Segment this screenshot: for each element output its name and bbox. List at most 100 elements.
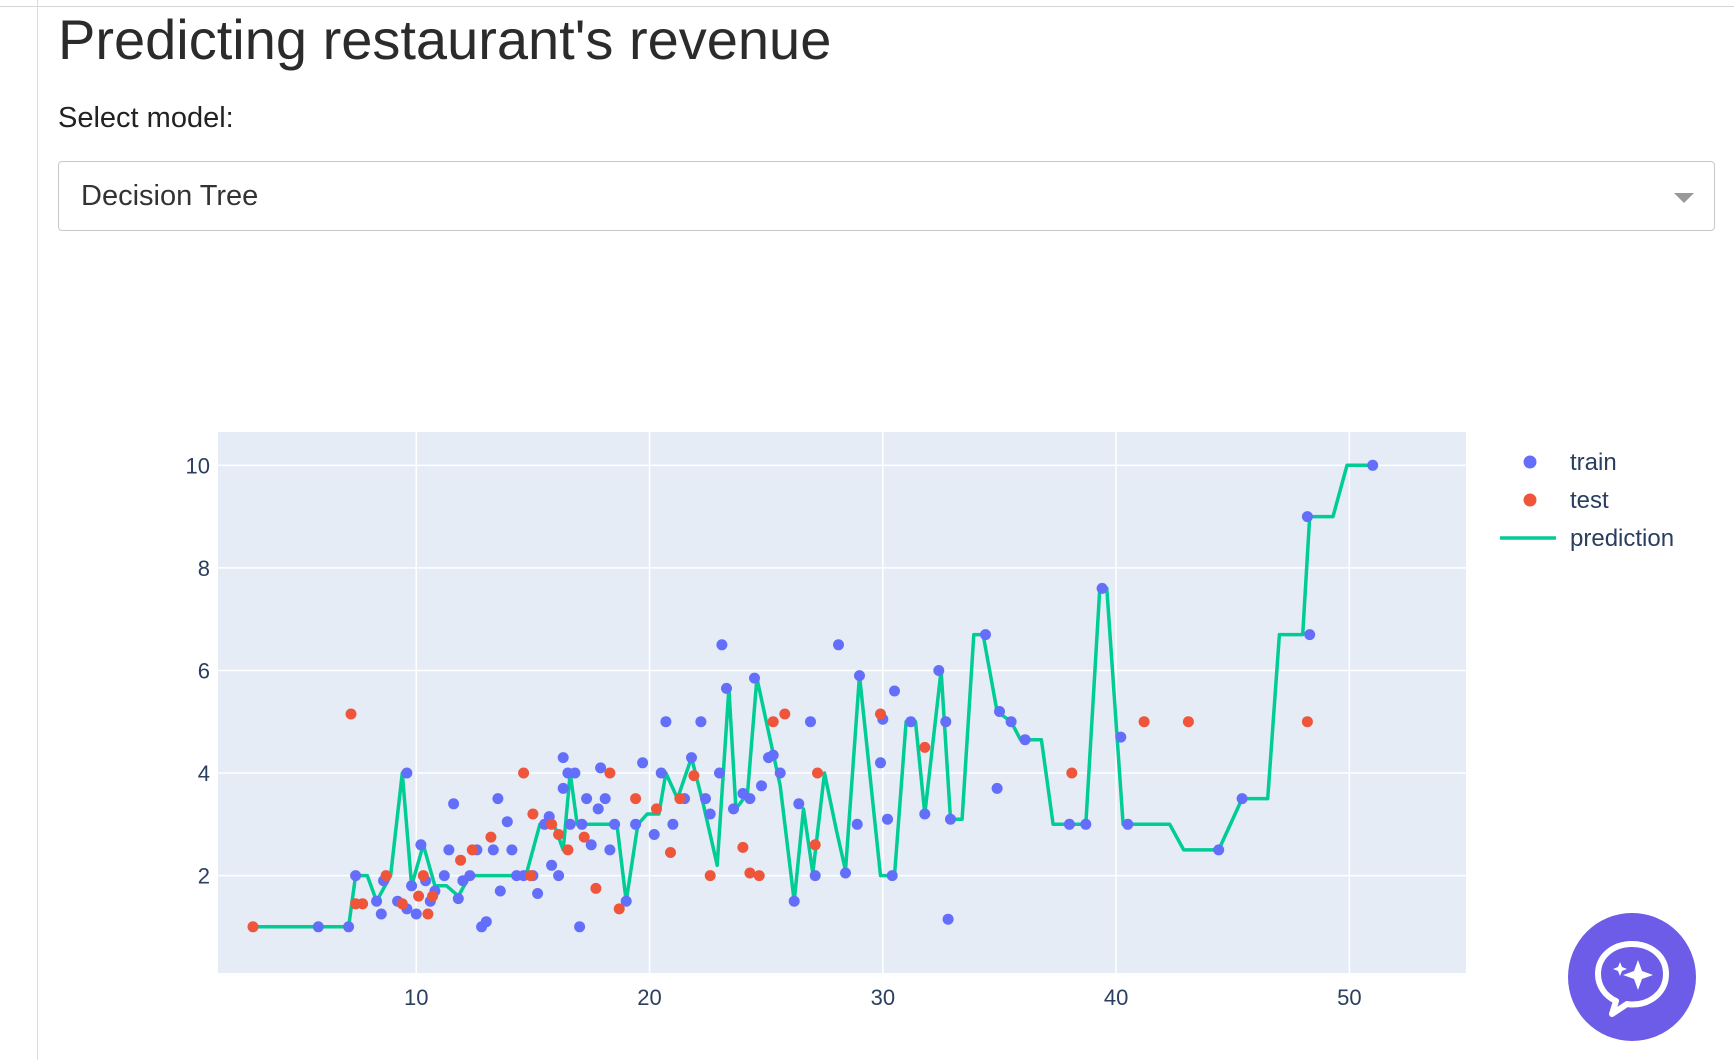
- test-point: [380, 870, 392, 882]
- train-point: [854, 670, 865, 682]
- test-point: [674, 793, 686, 805]
- chat-assistant-button[interactable]: [1568, 913, 1696, 1041]
- test-point: [875, 708, 886, 720]
- train-point: [350, 870, 362, 882]
- train-point: [448, 798, 460, 810]
- y-tick-label: 8: [198, 556, 210, 581]
- test-point: [527, 808, 539, 820]
- train-point: [756, 780, 767, 792]
- test-point: [737, 841, 749, 853]
- train-point: [595, 762, 607, 774]
- train-point: [401, 767, 413, 779]
- train-point: [564, 818, 576, 830]
- train-point: [667, 818, 679, 830]
- x-tick-label: 20: [637, 985, 661, 1010]
- legend-swatch-train: [1523, 455, 1537, 469]
- train-point: [833, 639, 844, 651]
- legend-swatch-test: [1523, 493, 1537, 507]
- test-point: [553, 829, 565, 840]
- test-point: [613, 903, 625, 915]
- train-point: [1304, 629, 1316, 641]
- train-point: [940, 716, 952, 728]
- legend-label-test: test: [1570, 487, 1609, 514]
- train-point: [889, 685, 900, 697]
- train-point: [919, 808, 931, 820]
- train-point: [604, 844, 616, 856]
- y-tick-label: 10: [186, 453, 210, 478]
- test-point: [590, 882, 602, 894]
- test-point: [578, 831, 590, 843]
- train-point: [343, 921, 355, 933]
- x-tick-label: 40: [1104, 985, 1128, 1010]
- test-point: [562, 844, 574, 856]
- train-point: [494, 885, 506, 897]
- y-tick-label: 4: [198, 761, 210, 786]
- test-point: [427, 890, 439, 902]
- test-point: [345, 708, 357, 720]
- test-point: [417, 870, 429, 882]
- train-point: [452, 893, 464, 905]
- train-point: [480, 916, 492, 928]
- test-point: [767, 716, 779, 728]
- train-point: [557, 782, 569, 794]
- train-point: [875, 757, 886, 769]
- train-point: [942, 913, 954, 925]
- train-point: [933, 665, 945, 676]
- train-point: [592, 803, 604, 815]
- train-point: [994, 706, 1005, 717]
- train-point: [438, 870, 450, 882]
- train-point: [415, 839, 427, 851]
- y-tick-label: 2: [198, 864, 210, 889]
- legend-label-train: train: [1570, 449, 1617, 476]
- test-point: [753, 870, 765, 882]
- train-point: [648, 829, 660, 840]
- train-point: [506, 844, 518, 856]
- train-point: [704, 808, 716, 820]
- train-point: [788, 895, 800, 907]
- train-point: [630, 818, 642, 830]
- test-point: [604, 767, 616, 779]
- y-tick-label: 6: [198, 658, 210, 683]
- train-point: [375, 908, 387, 920]
- train-point: [553, 870, 565, 882]
- test-point: [809, 839, 821, 851]
- train-point: [546, 859, 558, 871]
- train-point: [406, 880, 418, 892]
- train-point: [443, 844, 455, 856]
- train-point: [312, 921, 324, 933]
- train-point: [716, 639, 728, 651]
- test-point: [665, 847, 676, 858]
- test-point: [413, 890, 425, 902]
- revenue-chart: 10 20 30 40 50 2 4 6 8 10 train test prediction: [186, 432, 1674, 1010]
- train-point: [501, 816, 513, 828]
- train-point: [767, 749, 779, 761]
- train-point: [1115, 731, 1127, 743]
- train-point: [840, 867, 851, 879]
- train-point: [1122, 818, 1134, 830]
- train-point: [714, 767, 725, 779]
- train-point: [371, 895, 383, 907]
- train-point: [886, 870, 898, 882]
- train-point: [809, 870, 821, 882]
- test-point: [779, 708, 791, 720]
- test-point: [1066, 767, 1078, 779]
- x-tick-label: 10: [404, 985, 428, 1010]
- test-point: [455, 854, 467, 866]
- test-point: [1182, 716, 1194, 728]
- test-point: [1138, 716, 1150, 728]
- train-point: [660, 716, 672, 728]
- train-point: [574, 921, 586, 933]
- train-point: [492, 793, 504, 805]
- test-point: [485, 831, 497, 843]
- test-point: [525, 870, 537, 882]
- train-point: [744, 793, 756, 805]
- train-point: [1005, 716, 1017, 728]
- train-point: [695, 716, 707, 728]
- chat-sparkle-icon: [1595, 941, 1669, 1017]
- train-point: [637, 757, 649, 769]
- test-point: [546, 818, 558, 830]
- test-point: [704, 870, 716, 882]
- test-point: [247, 921, 259, 933]
- train-point: [1080, 818, 1092, 830]
- train-point: [464, 870, 476, 882]
